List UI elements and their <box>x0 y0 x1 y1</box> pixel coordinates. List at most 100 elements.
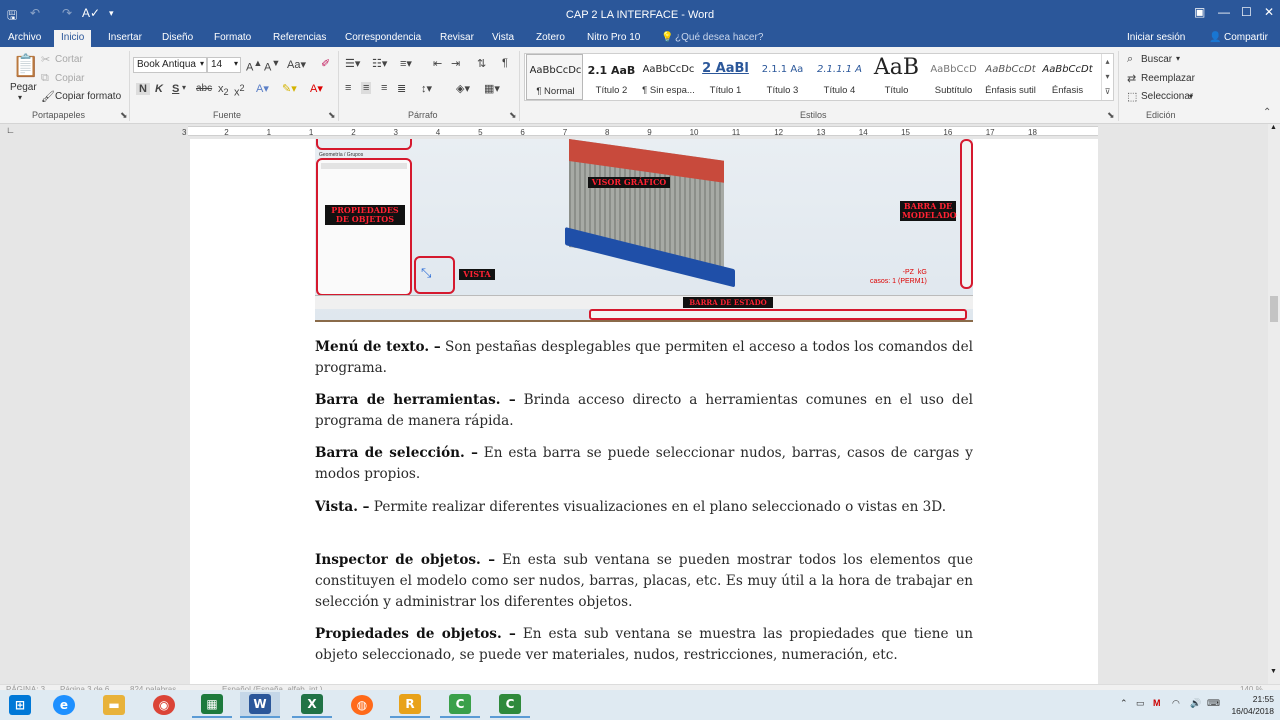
increase-indent-icon[interactable]: ⇥ <box>451 57 460 70</box>
select-button[interactable]: Seleccionar <box>1141 91 1193 102</box>
tab-formato[interactable]: Formato <box>214 32 251 43</box>
format-painter-button[interactable]: Copiar formato <box>55 91 121 102</box>
style-subtitulo[interactable]: AaBbCcD Subtítulo <box>925 54 982 100</box>
network-icon[interactable]: ▭ <box>1136 698 1145 709</box>
underline-chevron-icon[interactable]: ▾ <box>182 83 186 92</box>
superscript-button[interactable]: x2 <box>234 83 245 99</box>
style-titulo[interactable]: AaB Título <box>868 54 925 100</box>
vertical-scrollbar[interactable]: ▲ ▼ <box>1268 124 1280 684</box>
clipboard-launcher-icon[interactable]: ⬊ <box>120 110 128 121</box>
align-right-icon[interactable]: ≡ <box>381 82 387 94</box>
styles-launcher-icon[interactable]: ⬊ <box>1107 110 1115 121</box>
start-button[interactable]: ⊞ <box>0 692 40 718</box>
line-spacing-icon[interactable]: ↕▾ <box>421 82 432 95</box>
taskbar-file-explorer[interactable]: ▬ <box>94 692 134 718</box>
style-titulo-1[interactable]: 2 AaBl Título 1 <box>697 54 754 100</box>
borders-icon[interactable]: ▦▾ <box>484 82 500 95</box>
find-button[interactable]: Buscar <box>1141 54 1172 65</box>
tab-zotero[interactable]: Zotero <box>536 32 565 43</box>
font-launcher-icon[interactable]: ⬊ <box>328 110 336 121</box>
taskbar-chrome[interactable]: ◉ <box>144 692 184 718</box>
close-button[interactable]: ✕ <box>1264 5 1274 19</box>
taskbar-firefox[interactable]: ◍ <box>342 692 382 718</box>
multilevel-list-icon[interactable]: ≡▾ <box>400 57 412 70</box>
highlight-color-icon[interactable]: ✎▾ <box>282 82 297 95</box>
font-size-combo[interactable]: 14 ▾ <box>207 57 241 73</box>
taskbar-internet-explorer[interactable]: e <box>44 692 84 718</box>
share-button[interactable]: Compartir <box>1224 32 1268 43</box>
font-color-icon[interactable]: A▾ <box>310 82 323 95</box>
bold-button[interactable]: N <box>136 83 150 95</box>
replace-button[interactable]: Reemplazar <box>1141 73 1195 84</box>
find-chevron-icon[interactable]: ▾ <box>1176 54 1180 63</box>
tab-inicio[interactable]: Inicio <box>54 30 92 47</box>
clear-format-icon[interactable]: ✐ <box>321 57 330 70</box>
ribbon-display-icon[interactable]: ▣ <box>1194 5 1205 19</box>
signin-link[interactable]: Iniciar sesión <box>1127 32 1185 43</box>
tab-correspondencia[interactable]: Correspondencia <box>345 32 421 43</box>
tab-revisar[interactable]: Revisar <box>440 32 474 43</box>
tab-insertar[interactable]: Insertar <box>108 32 142 43</box>
tab-archivo[interactable]: Archivo <box>8 32 41 43</box>
tab-selector-icon[interactable]: ∟ <box>6 125 15 135</box>
sort-icon[interactable]: ⇅ <box>477 57 486 70</box>
clock[interactable]: 21:55 16/04/2018 <box>1231 693 1274 717</box>
style-normal[interactable]: AaBbCcDc ¶ Normal <box>526 54 583 100</box>
tab-vista[interactable]: Vista <box>492 32 514 43</box>
keyboard-icon[interactable]: ⌨ <box>1207 698 1220 709</box>
font-name-combo[interactable]: Book Antiqua ▾ <box>133 57 207 73</box>
text-effects-icon[interactable]: A▾ <box>256 82 269 95</box>
style-titulo-3[interactable]: 2.1.1 Aa Título 3 <box>754 54 811 100</box>
align-center-icon[interactable]: ≡ <box>361 82 372 94</box>
scroll-down-icon[interactable]: ▼ <box>1270 668 1277 675</box>
style-titulo-2[interactable]: 2.1 AaB Título 2 <box>583 54 640 100</box>
change-case-icon[interactable]: Aa▾ <box>287 58 306 71</box>
volume-icon[interactable]: 🔊 <box>1190 698 1201 709</box>
tab-referencias[interactable]: Referencias <box>273 32 326 43</box>
scroll-thumb[interactable] <box>1270 296 1278 322</box>
align-left-icon[interactable]: ≡ <box>345 82 351 94</box>
styles-scroll[interactable]: ▴ ▾ ⊽ <box>1101 54 1113 100</box>
copy-button[interactable]: Copiar <box>55 73 84 84</box>
taskbar-spreadsheet-app[interactable]: ▦ <box>192 692 232 718</box>
style-enfasis[interactable]: AaBbCcDt Énfasis <box>1039 54 1096 100</box>
tab-nitro[interactable]: Nitro Pro 10 <box>587 32 640 43</box>
shrink-font-icon[interactable]: A▼ <box>264 58 280 74</box>
italic-button[interactable]: K <box>155 83 163 95</box>
paste-icon[interactable]: 📋 <box>12 53 39 79</box>
style-sin-espaciado[interactable]: AaBbCcDc ¶ Sin espa... <box>640 54 697 100</box>
justify-icon[interactable]: ≣ <box>397 82 406 95</box>
chevron-down-icon: ▾ <box>199 59 204 68</box>
style-enfasis-sutil[interactable]: AaBbCcDt Énfasis sutil <box>982 54 1039 100</box>
ruler-bar[interactable]: 3 2 1 1 2 3 4 5 6 7 8 9 10 11 12 13 14 15 16 17 18 <box>182 126 1098 137</box>
tell-me-input[interactable]: ¿Qué desea hacer? <box>675 32 763 43</box>
paragraph-launcher-icon[interactable]: ⬊ <box>509 110 517 121</box>
taskbar-excel[interactable]: X <box>292 692 332 718</box>
tab-diseno[interactable]: Diseño <box>162 32 193 43</box>
strikethrough-button[interactable]: abc <box>196 83 212 94</box>
decrease-indent-icon[interactable]: ⇤ <box>433 57 442 70</box>
show-marks-icon[interactable]: ¶ <box>502 57 508 69</box>
shading-icon[interactable]: ◈▾ <box>456 82 470 95</box>
taskbar-green-c-app[interactable]: C <box>440 692 480 718</box>
bullets-icon[interactable]: ☰▾ <box>345 57 360 70</box>
paste-button[interactable]: Pegar <box>10 82 37 93</box>
taskbar-word[interactable]: W <box>240 692 280 718</box>
grow-font-icon[interactable]: A▲ <box>246 58 262 74</box>
maximize-button[interactable]: ☐ <box>1241 5 1252 19</box>
taskbar-green-c-app-2[interactable]: C <box>490 692 530 718</box>
paste-chevron-icon[interactable]: ▾ <box>18 93 22 102</box>
wifi-icon[interactable]: ◠ <box>1172 698 1180 709</box>
cut-button[interactable]: Cortar <box>55 54 83 65</box>
style-titulo-4[interactable]: 2.1.1.1 A Título 4 <box>811 54 868 100</box>
subscript-button[interactable]: x2 <box>218 83 229 97</box>
taskbar-robot-app[interactable]: R <box>390 692 430 718</box>
underline-button[interactable]: S <box>172 83 179 95</box>
select-chevron-icon[interactable]: ▾ <box>1189 92 1193 101</box>
numbering-icon[interactable]: ☷▾ <box>372 57 387 70</box>
tray-arrow-icon[interactable]: ⌃ <box>1120 698 1128 709</box>
scroll-up-icon[interactable]: ▲ <box>1270 124 1277 131</box>
collapse-ribbon-icon[interactable]: ⌃ <box>1263 107 1271 118</box>
minimize-button[interactable]: — <box>1218 5 1230 19</box>
antivirus-icon[interactable]: M <box>1153 698 1161 708</box>
